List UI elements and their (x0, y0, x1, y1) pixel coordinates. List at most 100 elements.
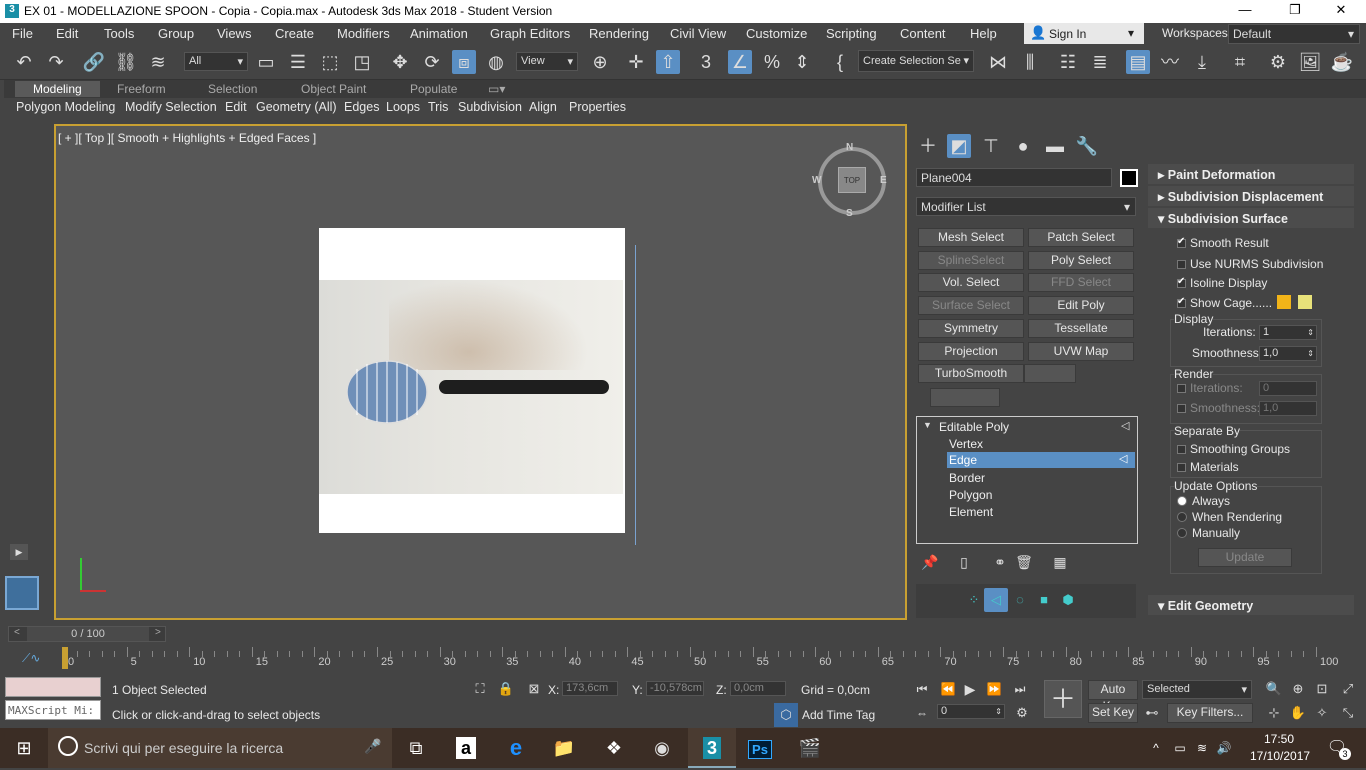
lock-selection-icon[interactable]: 🔒 (494, 677, 518, 701)
viewcube-ring[interactable]: TOP (818, 147, 886, 215)
auto-key-button[interactable]: Auto Key (1088, 680, 1138, 713)
next-frame-icon[interactable]: > (155, 627, 161, 638)
mod-turbosmooth[interactable]: TurboSmooth (918, 364, 1024, 383)
placement-icon[interactable]: ◍ (484, 50, 508, 74)
stack-editable-poly[interactable]: Editable Poly (939, 420, 1009, 434)
maximize-viewport-icon[interactable]: ⤡ (1336, 701, 1360, 725)
ribbon-polygon-modeling[interactable]: Polygon Modeling (16, 100, 115, 114)
smoothness-spinner[interactable]: 1,0 ⇕ (1259, 346, 1317, 361)
pan-icon[interactable]: ✋ (1286, 701, 1310, 725)
mod-projection[interactable]: Projection (918, 342, 1024, 361)
element-mode-icon[interactable]: ⬢ (1056, 588, 1080, 612)
stack-polygon[interactable]: Polygon (949, 488, 992, 502)
select-object-icon[interactable]: ▭ (254, 50, 278, 74)
key-mode-icon[interactable]: ⇔ (910, 701, 934, 725)
selection-filter-dropdown[interactable]: All ▾ (184, 52, 248, 71)
field-of-view-icon[interactable]: ⊹ (1262, 701, 1286, 725)
smooth-result-checkbox[interactable]: Smooth Result (1177, 236, 1269, 250)
wifi-icon[interactable]: ≋ (1192, 728, 1212, 768)
sign-in-button[interactable]: 👤 Sign In ▾ (1024, 23, 1144, 44)
next-key-icon[interactable]: ⏩ (982, 677, 1006, 701)
angle-snap-icon[interactable]: ∠ (728, 50, 752, 74)
time-slider[interactable]: < 0 / 100 > (8, 626, 166, 642)
mod-mesh-select[interactable]: Mesh Select (918, 228, 1024, 247)
go-to-end-icon[interactable]: ⏭ (1008, 677, 1032, 701)
align-icon[interactable]: ⫼ (1018, 50, 1042, 74)
polygon-mode-icon[interactable]: ■ (1032, 588, 1056, 612)
expand-play-icon[interactable]: ▶ (10, 544, 28, 560)
redo-icon[interactable]: ↷ (44, 50, 68, 74)
pivot-center-icon[interactable]: ⊕ (588, 50, 612, 74)
configure-sets-icon[interactable]: ▦ (1048, 550, 1072, 574)
window-crossing-icon[interactable]: ◳ (350, 50, 374, 74)
spinner-snap-icon[interactable]: ⇕ (790, 50, 814, 74)
mod-edit-poly[interactable]: Edit Poly (1028, 296, 1134, 315)
zoom-all-icon[interactable]: ⊕ (1286, 677, 1310, 701)
create-tab-icon[interactable]: ＋ (916, 134, 940, 158)
update-button[interactable]: Update (1198, 548, 1292, 567)
mod-empty-slot[interactable] (1024, 364, 1076, 383)
schematic-view-icon[interactable]: ⌗ (1228, 50, 1252, 74)
keyboard-shortcut-icon[interactable]: ⇧ (656, 50, 680, 74)
rotate-icon[interactable]: ⟳ (420, 50, 444, 74)
zoom-extents-icon[interactable]: ⊡ (1310, 677, 1334, 701)
menu-group[interactable]: Group (158, 26, 194, 41)
curve-editor-icon[interactable]: 〰 (1158, 50, 1182, 74)
object-color-swatch[interactable] (1120, 169, 1138, 187)
time-tag-icon[interactable]: ⬡ (774, 703, 798, 727)
microphone-icon[interactable]: 🎤 (364, 738, 381, 755)
link-icon[interactable]: 🔗 (82, 50, 106, 74)
orbit-icon[interactable]: ✧ (1310, 701, 1334, 725)
scale-icon[interactable]: ⧈ (452, 50, 476, 74)
plane-object[interactable] (319, 228, 636, 545)
curve-editor-mini-icon[interactable]: ⟋∿ (22, 651, 40, 666)
current-frame-field[interactable]: 0 ⇕ (937, 704, 1005, 719)
clock-date[interactable]: 17/10/2017 (1250, 749, 1310, 763)
modifier-list-dropdown[interactable]: Modifier List ▾ (916, 197, 1136, 216)
x-coordinate-field[interactable]: 173,6cm (562, 681, 618, 696)
y-coordinate-field[interactable]: -10,578cm (646, 681, 704, 696)
use-nurms-checkbox[interactable]: Use NURMS Subdivision (1177, 257, 1323, 271)
render-production-icon[interactable]: ☕ (1330, 50, 1354, 74)
mod-spline-select[interactable]: SplineSelect (918, 251, 1024, 270)
stack-vertex[interactable]: Vertex (949, 437, 983, 451)
photoshop-icon[interactable]: Ps (736, 728, 784, 768)
render-iterations-spinner[interactable]: 0 (1259, 381, 1317, 396)
mod-tessellate[interactable]: Tessellate (1028, 319, 1134, 338)
menu-customize[interactable]: Customize (746, 26, 807, 41)
ribbon-tris[interactable]: Tris (428, 100, 448, 114)
close-button[interactable]: ✕ (1331, 2, 1351, 18)
render-smoothness-spinner[interactable]: 1,0 (1259, 401, 1317, 416)
show-hidden-icons[interactable]: ^ (1146, 728, 1166, 768)
task-view-icon[interactable]: ⧉ (392, 728, 440, 768)
z-coordinate-field[interactable]: 0,0cm (730, 681, 786, 696)
menu-views[interactable]: Views (217, 26, 251, 41)
select-by-name-icon[interactable]: ☰ (286, 50, 310, 74)
menu-animation[interactable]: Animation (410, 26, 468, 41)
edit-named-selection-icon[interactable]: { (828, 50, 852, 74)
battery-icon[interactable]: ▭ (1170, 728, 1190, 768)
motion-tab-icon[interactable]: ● (1011, 134, 1035, 158)
time-configuration-icon[interactable]: ⚙ (1010, 701, 1034, 725)
rollout-edit-geometry[interactable]: ▾ Edit Geometry (1148, 595, 1354, 615)
minimize-button[interactable]: — (1235, 2, 1255, 17)
ribbon-modify-selection[interactable]: Modify Selection (125, 100, 217, 114)
ribbon-geometry-all[interactable]: Geometry (All) (256, 100, 337, 114)
unlink-icon[interactable]: ⛓ (114, 50, 138, 74)
set-key-big-icon[interactable]: ＋ (1044, 680, 1082, 718)
menu-modifiers[interactable]: Modifiers (337, 26, 390, 41)
rollout-subdivision-surface[interactable]: ▾ Subdivision Surface (1148, 208, 1354, 228)
vertex-mode-icon[interactable]: ⁘ (962, 588, 986, 612)
tab-populate[interactable]: Populate (410, 82, 457, 96)
mod-uvw-map[interactable]: UVW Map (1028, 342, 1134, 361)
render-setup-icon[interactable]: ⚙ (1266, 50, 1290, 74)
rectangular-selection-icon[interactable]: ⬚ (318, 50, 342, 74)
border-mode-icon[interactable]: ◌ (1008, 588, 1032, 612)
clock-time[interactable]: 17:50 (1264, 732, 1294, 746)
ribbon-edges[interactable]: Edges (344, 100, 379, 114)
ribbon-options-icon[interactable]: ▭▾ (488, 82, 505, 96)
stack-border[interactable]: Border (949, 471, 985, 485)
previous-key-icon[interactable]: ⏪ (936, 677, 960, 701)
tab-freeform[interactable]: Freeform (117, 82, 166, 96)
tab-selection[interactable]: Selection (208, 82, 257, 96)
